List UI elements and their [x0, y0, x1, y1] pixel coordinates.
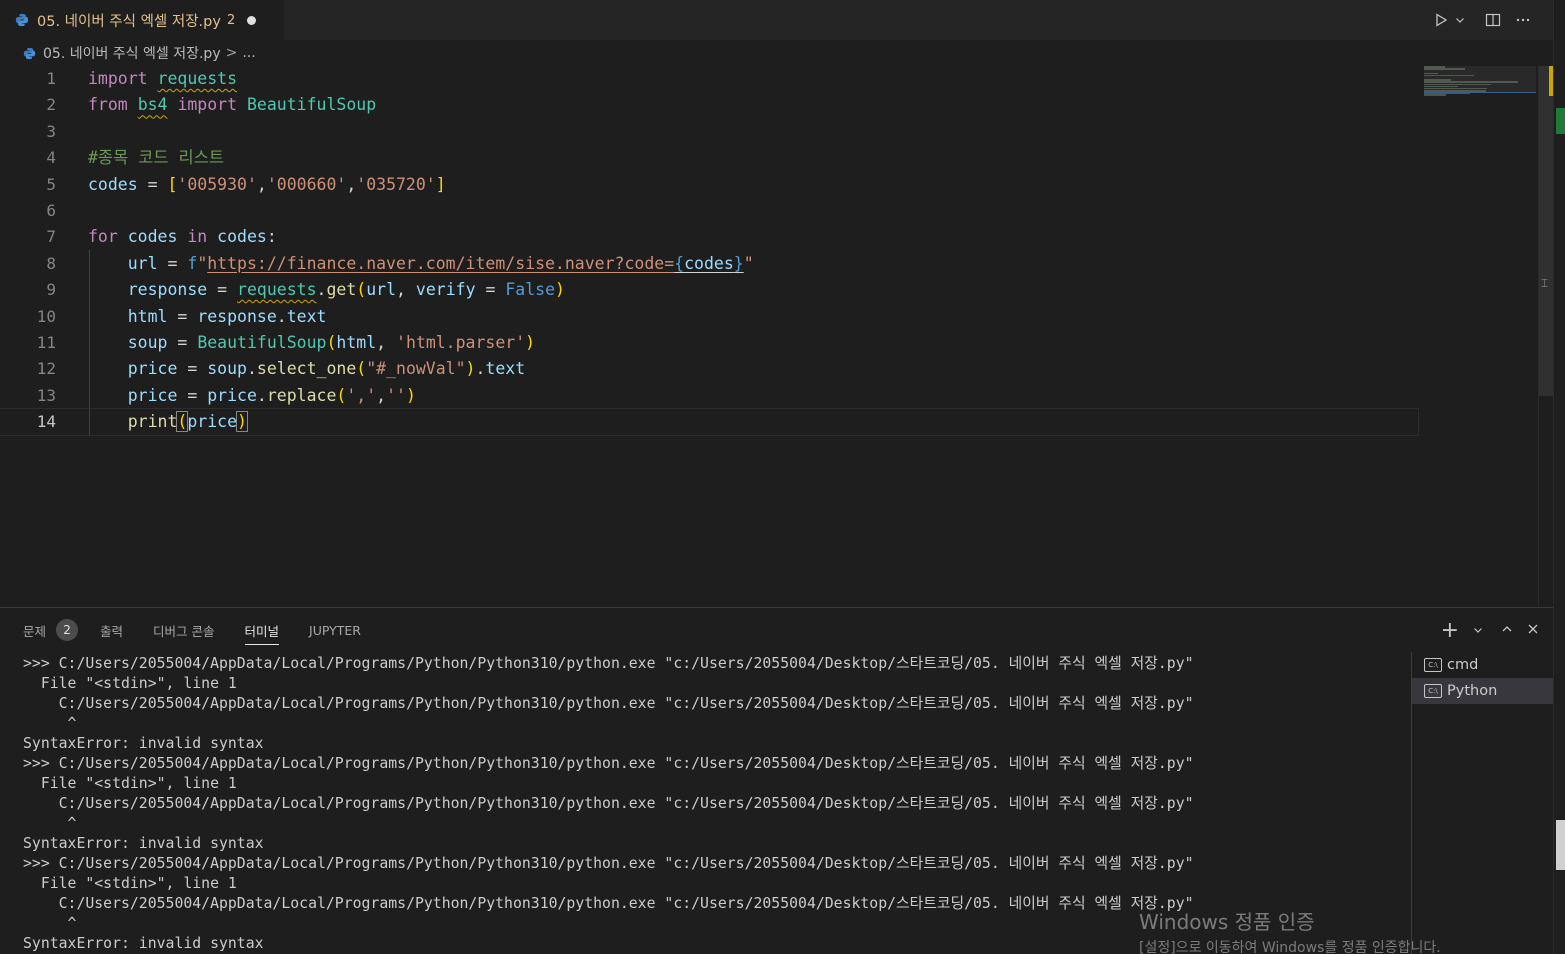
terminal-line: File "<stdin>", line 1: [23, 775, 237, 792]
tab-label: 디버그 콘솔: [153, 623, 215, 639]
tab-label: 터미널: [244, 623, 280, 639]
tab-label: 문제: [23, 623, 47, 639]
terminal-line: >>> C:/Users/2055004/AppData/Local/Progr…: [23, 655, 1194, 672]
terminal-line: SyntaxError: invalid syntax: [23, 735, 264, 752]
line-number: 4: [46, 148, 56, 168]
minimap-line: [1424, 94, 1447, 97]
terminal-line: File "<stdin>", line 1: [23, 875, 237, 892]
editor-tab[interactable]: 05. 네이버 주식 엑셀 저장.py 2: [0, 0, 284, 40]
tab-jupyter[interactable]: JUPYTER: [309, 608, 361, 652]
terminal-line: C:/Users/2055004/AppData/Local/Programs/…: [23, 795, 1194, 812]
line-number: 13: [36, 385, 56, 405]
terminal-instance-cmd[interactable]: C:\ cmd: [1412, 652, 1553, 678]
panel-tabs: 문제 2 출력 디버그 콘솔 터미널 JUPYTER: [0, 608, 391, 652]
edge-marker: [1556, 108, 1565, 134]
overview-ruler[interactable]: ⌶: [1538, 66, 1554, 606]
line-number: 8: [46, 253, 56, 273]
terminal-instance-label: cmd: [1447, 657, 1479, 673]
terminal-line: File "<stdin>", line 1: [23, 675, 237, 692]
play-icon[interactable]: [1433, 12, 1449, 28]
line-number: 3: [46, 121, 56, 141]
code-line[interactable]: response = requests.get(url, verify = Fa…: [88, 277, 1413, 303]
breadcrumb-separator: >: [225, 45, 238, 61]
split-editor-icon[interactable]: [1485, 12, 1501, 28]
line-number: 2: [46, 95, 56, 115]
code-line[interactable]: price = soup.select_one("#_nowVal").text: [88, 356, 1413, 382]
chevron-down-icon[interactable]: [1455, 15, 1465, 25]
edge-marker: [1556, 820, 1565, 870]
terminal-line: >>> C:/Users/2055004/AppData/Local/Progr…: [23, 855, 1194, 872]
tab-title: 05. 네이버 주식 엑셀 저장.py: [37, 13, 221, 30]
editor-actions: [1433, 0, 1531, 40]
code-line[interactable]: #종목 코드 리스트: [88, 145, 1413, 171]
terminal-line: ^: [23, 815, 77, 832]
code-line[interactable]: html = response.text: [88, 304, 1413, 330]
line-number: 1: [46, 69, 56, 88]
code-line[interactable]: price = price.replace(',',''): [88, 383, 1413, 409]
line-number: 10: [36, 306, 56, 326]
python-file-icon: [23, 47, 36, 59]
line-number: 11: [36, 332, 56, 352]
terminal-line: C:/Users/2055004/AppData/Local/Programs/…: [23, 695, 1194, 712]
maximize-panel-icon[interactable]: [1501, 620, 1513, 640]
line-number: 9: [46, 280, 56, 300]
breadcrumb: 05. 네이버 주식 엑셀 저장.py > ...: [0, 40, 1553, 66]
code-line[interactable]: for codes in codes:: [88, 224, 1413, 250]
terminal-line: SyntaxError: invalid syntax: [23, 835, 264, 852]
code-line[interactable]: url = f"https://finance.naver.com/item/s…: [88, 251, 1413, 277]
terminal-instance-python[interactable]: C:\ Python: [1412, 678, 1553, 704]
code-line[interactable]: [88, 119, 1413, 145]
terminal-line: ^: [23, 715, 77, 732]
ellipsis-icon[interactable]: [1515, 12, 1531, 28]
vertical-scrollbar[interactable]: [1539, 66, 1553, 396]
terminal-line: >>> C:/Users/2055004/AppData/Local/Progr…: [23, 755, 1194, 772]
watermark-subtitle: [설정]으로 이동하여 Windows를 정품 인증합니다.: [1139, 940, 1441, 954]
code-line[interactable]: import requests: [88, 66, 1413, 92]
panel-actions: +: [1441, 608, 1539, 652]
code-line[interactable]: [88, 198, 1413, 224]
bottom-panel: 문제 2 출력 디버그 콘솔 터미널 JUPYTER + >>> C:/User…: [0, 607, 1553, 954]
code-editor[interactable]: 1 2 3 4 5 6 7 8 9 10 11 12 13 14 import …: [0, 66, 1553, 606]
line-number: 6: [46, 200, 56, 220]
terminal-instance-label: Python: [1447, 683, 1498, 699]
minimap-slider[interactable]: [1424, 66, 1536, 93]
close-panel-icon[interactable]: [1527, 620, 1539, 640]
code-line[interactable]: print(price): [0, 408, 1419, 437]
breadcrumb-symbol[interactable]: ...: [242, 45, 255, 61]
add-terminal-icon[interactable]: +: [1441, 618, 1459, 643]
windows-activation-watermark: Windows 정품 인증 [설정]으로 이동하여 Windows를 정품 인증…: [1139, 906, 1441, 954]
terminal-icon: C:\: [1424, 658, 1442, 672]
tab-problem-count: 2: [226, 12, 236, 28]
chevron-down-icon[interactable]: [1473, 620, 1483, 640]
tab-terminal[interactable]: 터미널: [244, 608, 280, 652]
terminal-icon: C:\: [1424, 684, 1442, 698]
line-number: 7: [46, 227, 56, 247]
line-number-gutter: 1 2 3 4 5 6 7 8 9 10 11 12 13 14: [0, 66, 70, 435]
code-line[interactable]: codes = ['005930','000660','035720']: [88, 172, 1413, 198]
tab-label: 출력: [100, 623, 124, 639]
code-line[interactable]: soup = BeautifulSoup(html, 'html.parser'…: [88, 330, 1413, 356]
line-number: 5: [46, 174, 56, 194]
watermark-title: Windows 정품 인증: [1139, 910, 1315, 934]
problems-count-badge: 2: [56, 619, 79, 641]
python-file-icon: [15, 13, 29, 27]
line-number: 12: [36, 359, 56, 379]
tab-label: JUPYTER: [309, 622, 361, 638]
editor-tab-bar: 05. 네이버 주식 엑셀 저장.py 2: [0, 0, 1553, 40]
tab-output[interactable]: 출력: [100, 608, 123, 652]
breadcrumb-file[interactable]: 05. 네이버 주식 엑셀 저장.py: [43, 43, 221, 63]
code-line[interactable]: from bs4 import BeautifulSoup: [88, 92, 1413, 118]
code-lines[interactable]: import requests from bs4 import Beautiful…: [0, 66, 1419, 437]
text-cursor-icon: ⌶: [1541, 276, 1549, 290]
tab-debug-console[interactable]: 디버그 콘솔: [153, 608, 214, 652]
clipped-window-edge: [1553, 0, 1565, 954]
unsaved-dot-icon[interactable]: [247, 15, 257, 25]
tab-problems[interactable]: 문제 2: [23, 608, 79, 652]
